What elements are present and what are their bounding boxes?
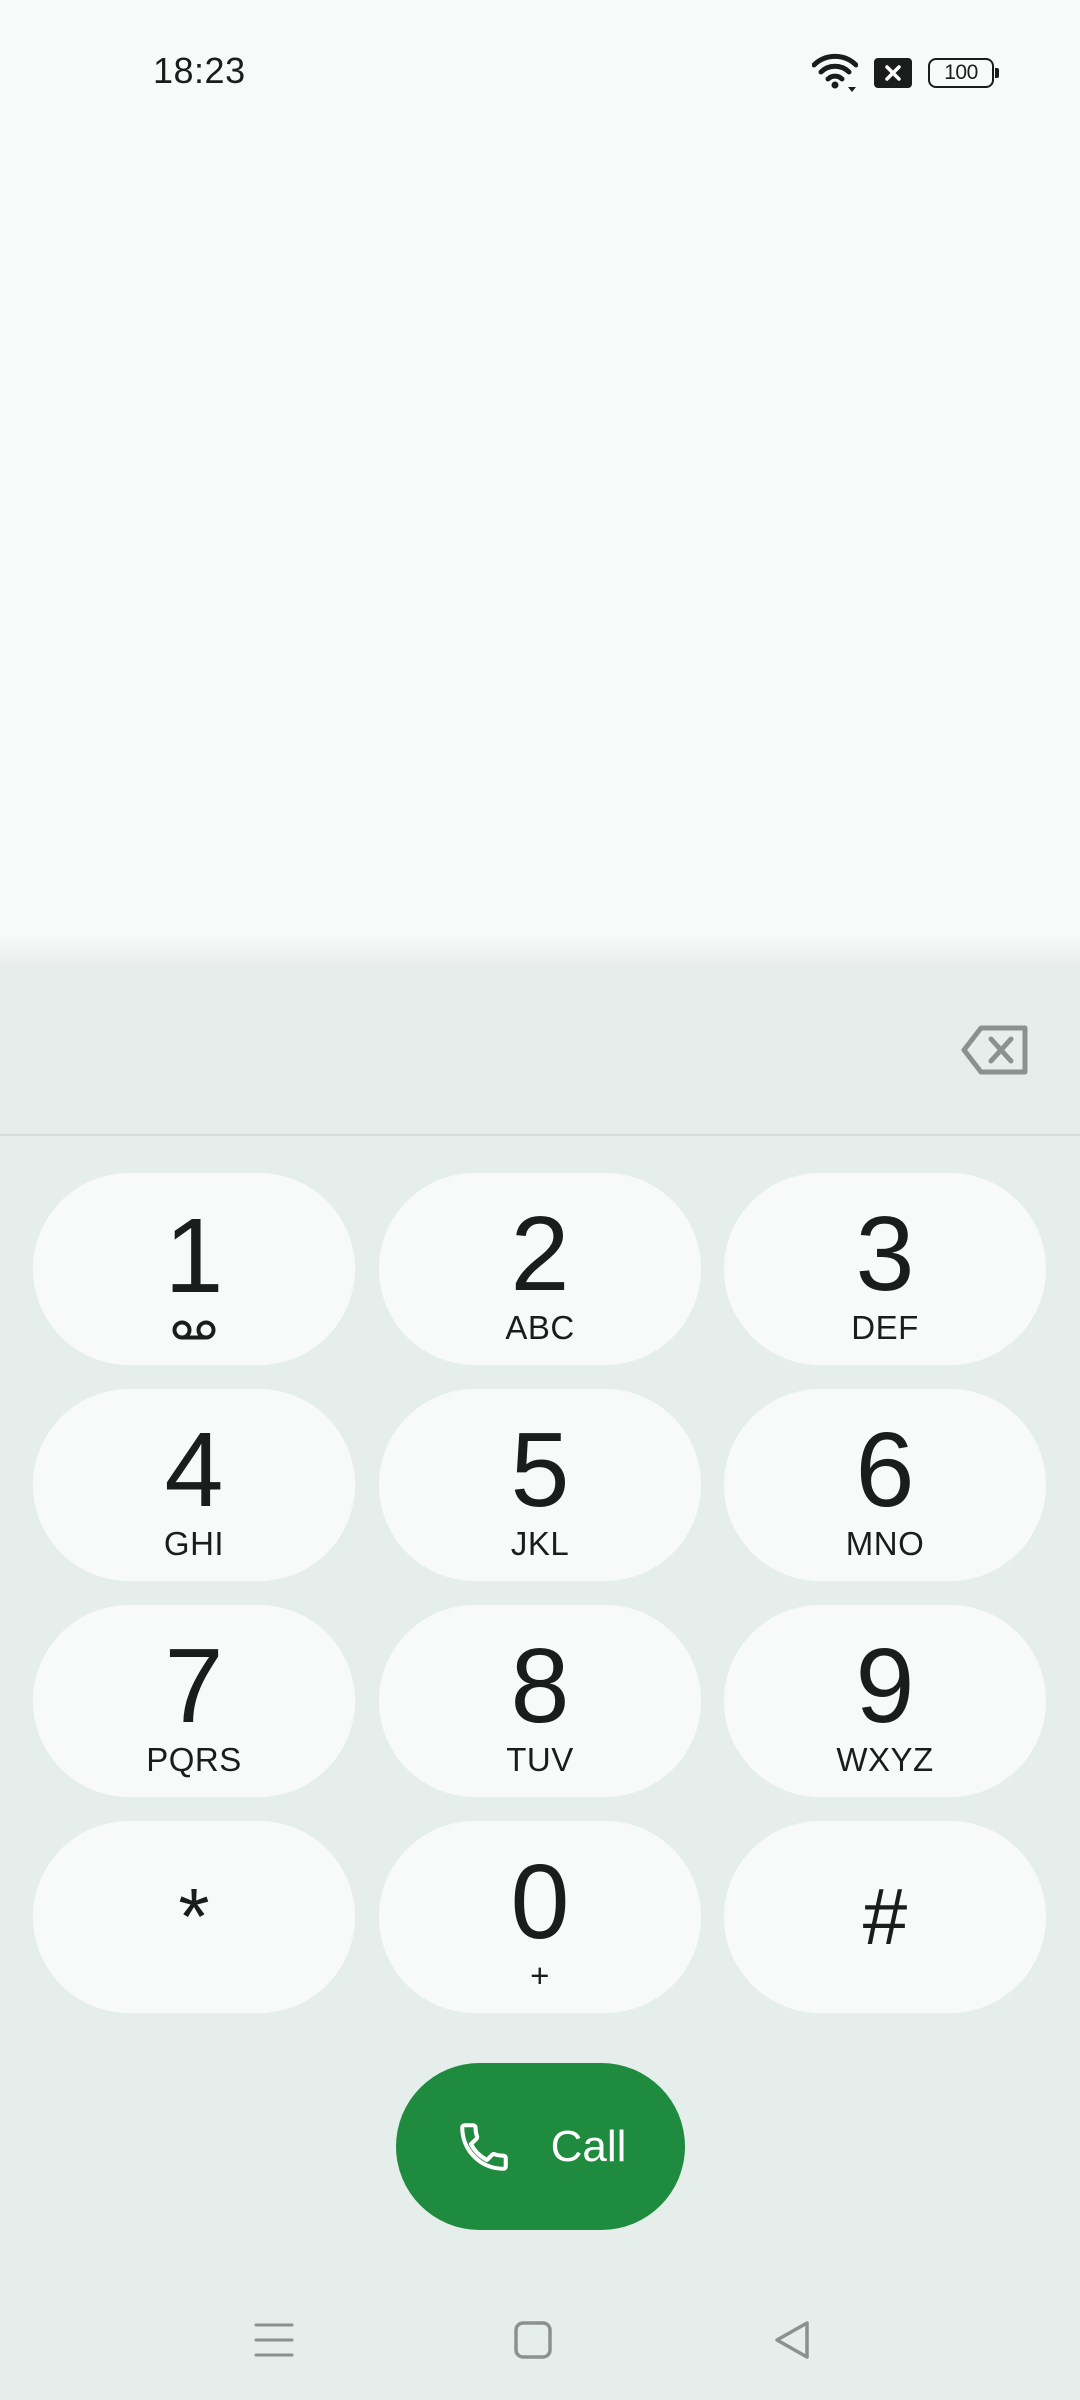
back-button[interactable] [762,2310,822,2370]
key-digit: # [862,1872,908,1961]
key-0[interactable]: 0 + [379,1821,701,2013]
key-digit: 1 [164,1197,224,1315]
digits-row [0,968,1080,1136]
key-7[interactable]: 7 PQRS [33,1605,355,1797]
key-2[interactable]: 2 ABC [379,1173,701,1365]
home-button[interactable] [503,2310,563,2370]
key-1[interactable]: 1 [33,1173,355,1365]
key-digit: 9 [855,1626,915,1745]
no-sim-icon [874,58,912,88]
key-letters: ABC [505,1308,575,1346]
key-3[interactable]: 3 DEF [724,1173,1046,1365]
key-letters: WXYZ [836,1740,934,1778]
status-time: 18:23 [153,50,246,91]
navigation-bar [0,2270,1080,2400]
key-letters: PQRS [146,1740,242,1778]
backspace-icon [961,1025,1029,1075]
key-letters: TUV [506,1740,574,1778]
key-digit: 5 [510,1410,570,1529]
key-letters: + [530,1956,550,1994]
key-digit: * [178,1872,210,1961]
recent-calls-area [0,140,1080,945]
back-icon [772,2320,812,2360]
call-label: Call [550,2121,627,2171]
key-digit: 6 [855,1410,915,1529]
status-icons: 100 [812,48,999,98]
backspace-button[interactable] [955,1020,1035,1080]
key-5[interactable]: 5 JKL [379,1389,701,1581]
key-letters: GHI [163,1524,225,1562]
sheet-shadow [0,935,1080,969]
battery-icon: 100 [928,58,999,88]
home-icon [513,2320,553,2360]
key-letters: JKL [510,1524,570,1562]
call-button[interactable]: Call [396,2063,685,2230]
key-4[interactable]: 4 GHI [33,1389,355,1581]
key-8[interactable]: 8 TUV [379,1605,701,1797]
voicemail-icon [171,1319,217,1341]
key-letters: MNO [845,1524,925,1562]
key-9[interactable]: 9 WXYZ [724,1605,1046,1797]
recent-apps-button[interactable] [244,2310,304,2370]
key-digit: 4 [164,1410,224,1529]
key-digit: 7 [164,1626,224,1745]
key-6[interactable]: 6 MNO [724,1389,1046,1581]
key-digit: 8 [510,1626,570,1745]
phone-icon [455,2118,513,2176]
key-star[interactable]: * [33,1821,355,2013]
menu-icon [254,2321,294,2359]
key-hash[interactable]: # [724,1821,1046,2013]
wifi-icon [812,53,858,93]
key-digit: 0 [510,1842,570,1961]
key-digit: 2 [510,1194,570,1313]
status-bar: 18:23 100 [0,0,1080,140]
battery-level: 100 [944,61,978,84]
key-letters: DEF [851,1308,919,1346]
key-digit: 3 [855,1194,915,1313]
